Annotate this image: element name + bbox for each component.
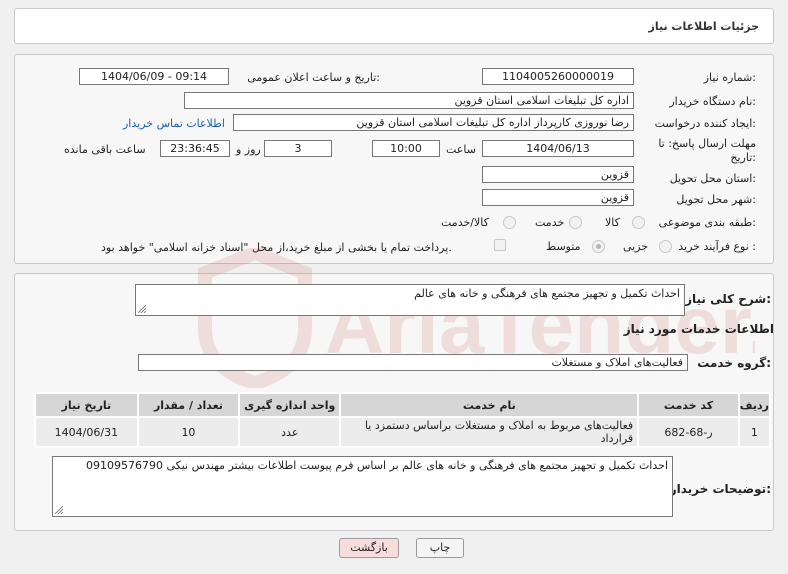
category-goods-service-label: کالا/خدمت bbox=[441, 216, 489, 229]
category-service-radio[interactable] bbox=[569, 216, 582, 229]
buyer-notes-label: توضیحات خریدار: bbox=[669, 482, 771, 496]
service-group-label: گروه خدمت: bbox=[697, 356, 771, 370]
cell-need-date: 1404/06/31 bbox=[34, 416, 139, 448]
days-field: 3 bbox=[264, 140, 332, 157]
creator-field: رضا نوروزی کارپرداز اداره کل تبلیغات اسل… bbox=[233, 114, 634, 131]
cell-service-name: فعالیت‌های مربوط به املاک و مستغلات براس… bbox=[339, 416, 640, 448]
category-goods-radio[interactable] bbox=[632, 216, 645, 229]
need-info-panel bbox=[14, 54, 774, 264]
remaining-time-label: ساعت باقی مانده bbox=[64, 143, 146, 156]
buyer-org-field: اداره کل تبلیغات اسلامی استان قزوین bbox=[184, 92, 634, 109]
deadline-date-field: 1404/06/13 bbox=[482, 140, 634, 157]
province-label: استان محل تحویل: bbox=[669, 172, 756, 185]
col-unit: واحد اندازه گیری bbox=[238, 392, 342, 418]
process-partial-label: جزیی bbox=[623, 240, 649, 253]
remaining-time-field: 23:36:45 bbox=[160, 140, 230, 157]
resize-grip-icon[interactable] bbox=[138, 305, 146, 313]
city-label: شهر محل تحویل: bbox=[676, 193, 756, 206]
city-field: قزوین bbox=[482, 189, 634, 206]
page-header: جزئیات اطلاعات نیاز bbox=[14, 8, 774, 44]
deadline-time-field: 10:00 bbox=[372, 140, 440, 157]
process-medium-label: متوسط bbox=[546, 240, 581, 253]
summary-textarea[interactable]: احداث تکمیل و تجهیز مجتمع های فرهنگی و خ… bbox=[135, 284, 685, 316]
announce-field: 1404/06/09 - 09:14 bbox=[79, 68, 229, 85]
process-partial-radio[interactable] bbox=[659, 240, 672, 253]
announce-label: تاریخ و ساعت اعلان عمومی: bbox=[247, 71, 380, 84]
col-row-number: ردیف bbox=[737, 392, 772, 418]
category-label: طبقه بندی موضوعی: bbox=[658, 216, 756, 229]
table-header-row: ردیف کد خدمت نام خدمت واحد اندازه گیری ت… bbox=[34, 392, 772, 418]
category-goods-label: کالا bbox=[605, 216, 620, 229]
col-service-name: نام خدمت bbox=[339, 392, 640, 418]
treasury-payment-checkbox[interactable] bbox=[494, 239, 506, 251]
buyer-notes-textarea[interactable]: احداث تکمیل و تجهیز مجتمع های فرهنگی و خ… bbox=[52, 456, 673, 517]
page-title: جزئیات اطلاعات نیاز bbox=[648, 20, 760, 33]
summary-label: شرح کلی نیاز: bbox=[685, 292, 771, 306]
table-row: 1 ر-68-682 فعالیت‌های مربوط به املاک و م… bbox=[34, 416, 772, 448]
process-medium-radio[interactable] bbox=[592, 240, 605, 253]
cell-quantity: 10 bbox=[136, 416, 241, 448]
back-button[interactable]: بازگشت bbox=[339, 538, 399, 558]
deadline-label: مهلت ارسال پاسخ: تا bbox=[658, 137, 756, 150]
treasury-payment-note: پرداخت تمام یا بخشی از مبلغ خرید،از محل … bbox=[101, 241, 452, 254]
creator-label: ایجاد کننده درخواست: bbox=[654, 117, 756, 130]
category-goods-service-radio[interactable] bbox=[503, 216, 516, 229]
col-service-code: کد خدمت bbox=[637, 392, 740, 418]
need-number-label: شماره نیاز: bbox=[703, 71, 756, 84]
days-label: روز و bbox=[236, 143, 261, 156]
services-table: ردیف کد خدمت نام خدمت واحد اندازه گیری ت… bbox=[34, 392, 772, 448]
print-button[interactable]: چاپ bbox=[416, 538, 464, 558]
contact-info-link[interactable]: اطلاعات تماس خریدار bbox=[123, 117, 225, 130]
cell-row-number: 1 bbox=[737, 416, 772, 448]
cell-service-code: ر-68-682 bbox=[637, 416, 740, 448]
buyer-notes-text: احداث تکمیل و تجهیز مجتمع های فرهنگی و خ… bbox=[85, 459, 668, 472]
cell-unit: عدد bbox=[238, 416, 342, 448]
category-service-label: خدمت bbox=[535, 216, 565, 229]
need-number-field: 1104005260000019 bbox=[482, 68, 634, 85]
service-group-field: فعالیت‌های املاک و مستغلات bbox=[138, 354, 688, 371]
buyer-org-label: نام دستگاه خریدار: bbox=[669, 95, 756, 108]
summary-text: احداث تکمیل و تجهیز مجتمع های فرهنگی و خ… bbox=[414, 287, 680, 300]
process-label: نوع فرآیند خرید : bbox=[678, 240, 756, 253]
deadline-label-2: تاریخ: bbox=[730, 151, 756, 164]
services-section-title: اطلاعات خدمات مورد نیاز bbox=[623, 322, 774, 336]
deadline-time-label: ساعت bbox=[446, 143, 476, 156]
province-field: قزوین bbox=[482, 166, 634, 183]
col-need-date: تاریخ نیاز bbox=[34, 392, 139, 418]
resize-grip-icon[interactable] bbox=[55, 506, 63, 514]
col-quantity: تعداد / مقدار bbox=[136, 392, 241, 418]
